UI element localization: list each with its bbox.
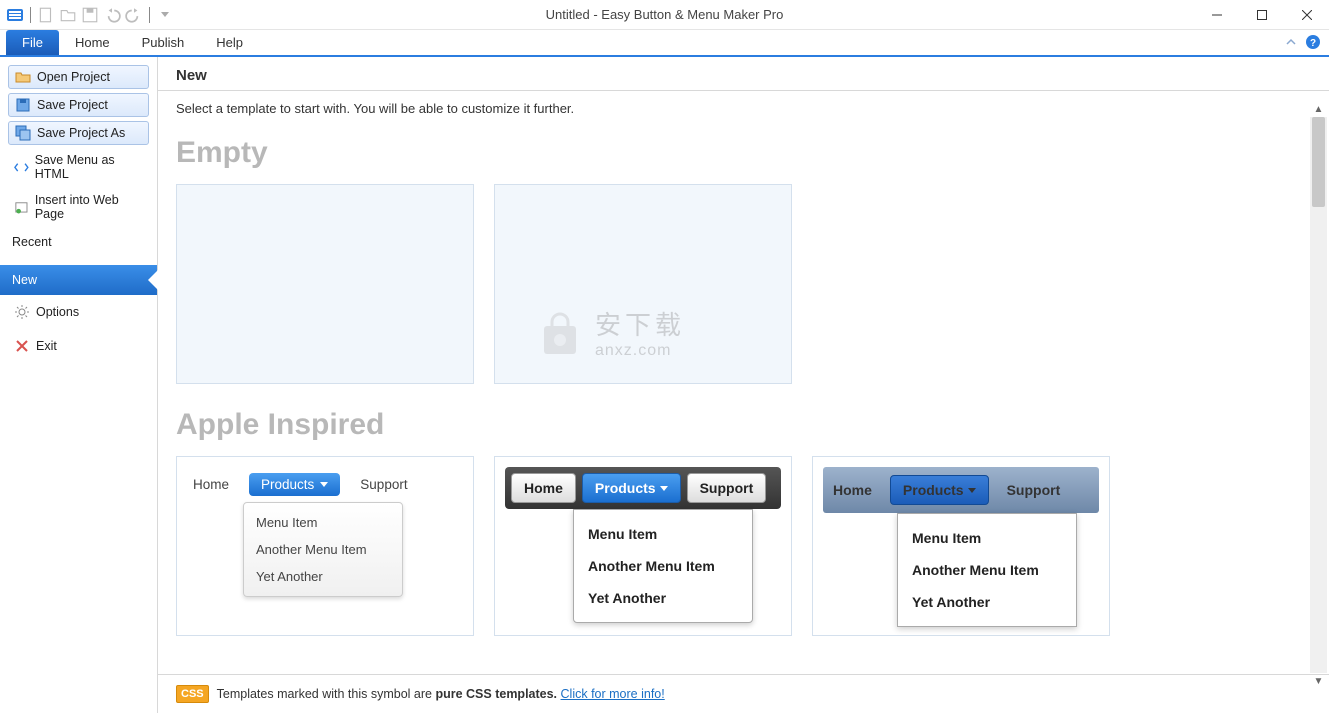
recent-heading[interactable]: Recent	[12, 235, 145, 249]
sidebar-item-new[interactable]: New	[0, 265, 157, 295]
qat-separator	[30, 7, 31, 23]
collapse-ribbon-icon[interactable]	[1283, 34, 1299, 50]
preview-home: Home	[511, 473, 576, 503]
open-project-label: Open Project	[37, 70, 110, 84]
section-empty-title: Empty	[176, 136, 1311, 170]
sidebar-item-options[interactable]: Options	[8, 298, 149, 326]
save-icon[interactable]	[81, 6, 99, 24]
template-apple-1[interactable]: Home Products Support Menu Item Another …	[176, 456, 474, 636]
preview-dropdown: Menu Item Another Menu Item Yet Another	[897, 513, 1077, 627]
redo-icon[interactable]	[125, 6, 143, 24]
template-apple-3[interactable]: Home Products Support Menu Item Another …	[812, 456, 1110, 636]
insert-webpage-label: Insert into Web Page	[35, 193, 143, 221]
empty-templates-row: 安下载 anxz.com	[176, 184, 1311, 384]
quick-access-toolbar	[0, 6, 174, 24]
footer-note: CSS Templates marked with this symbol ar…	[158, 674, 1329, 713]
undo-icon[interactable]	[103, 6, 121, 24]
save-project-as-button[interactable]: Save Project As	[8, 121, 149, 145]
insert-icon	[14, 199, 29, 215]
bag-icon	[535, 308, 585, 358]
preview-menubar: Home Products Support	[193, 473, 457, 496]
new-icon[interactable]	[37, 6, 55, 24]
body: Open Project Save Project Save Project A…	[0, 57, 1329, 713]
sidebar: Open Project Save Project Save Project A…	[0, 57, 158, 713]
folder-open-icon	[15, 69, 31, 85]
main-panel: New Select a template to start with. You…	[158, 57, 1329, 713]
watermark: 安下载 anxz.com	[535, 305, 685, 360]
html-icon	[14, 159, 29, 175]
template-scroll-area: Empty 安下载 anxz.com Apple Inspired	[158, 126, 1329, 674]
apple-templates-row: Home Products Support Menu Item Another …	[176, 456, 1311, 636]
insert-webpage-link[interactable]: Insert into Web Page	[8, 190, 149, 224]
preview-item: Another Menu Item	[244, 536, 402, 563]
window-title: Untitled - Easy Button & Menu Maker Pro	[546, 7, 784, 22]
template-empty-2[interactable]: 安下载 anxz.com	[494, 184, 792, 384]
save-project-button[interactable]: Save Project	[8, 93, 149, 117]
ribbon: File Home Publish Help ?	[0, 30, 1329, 57]
preview-products: Products	[249, 473, 340, 496]
preview-item: Another Menu Item	[574, 550, 752, 582]
scroll-thumb[interactable]	[1312, 117, 1325, 207]
sidebar-item-exit[interactable]: Exit	[8, 332, 149, 360]
watermark-cn: 安下载	[595, 305, 685, 342]
preview-support: Support	[360, 477, 407, 492]
preview-home: Home	[193, 477, 229, 492]
preview-item: Yet Another	[898, 586, 1076, 618]
preview-support: Support	[687, 473, 767, 503]
footer-text: Templates marked with this symbol are pu…	[217, 687, 665, 701]
section-apple-title: Apple Inspired	[176, 408, 1311, 442]
titlebar: Untitled - Easy Button & Menu Maker Pro	[0, 0, 1329, 30]
preview-item: Yet Another	[574, 582, 752, 614]
preview-products: Products	[582, 473, 681, 503]
app-icon	[6, 6, 24, 24]
preview-dropdown: Menu Item Another Menu Item Yet Another	[573, 509, 753, 623]
watermark-en: anxz.com	[595, 342, 685, 360]
qat-separator	[149, 7, 150, 23]
open-project-button[interactable]: Open Project	[8, 65, 149, 89]
tab-home[interactable]: Home	[59, 30, 126, 55]
minimize-button[interactable]	[1194, 0, 1239, 30]
template-empty-1[interactable]	[176, 184, 474, 384]
window-controls	[1194, 0, 1329, 30]
save-icon	[15, 97, 31, 113]
preview-item: Menu Item	[574, 518, 752, 550]
save-project-as-label: Save Project As	[37, 126, 125, 140]
save-as-icon	[15, 125, 31, 141]
template-apple-2[interactable]: Home Products Support Menu Item Another …	[494, 456, 792, 636]
scroll-up-icon[interactable]: ▲	[1310, 101, 1327, 117]
exit-icon	[14, 338, 30, 354]
open-icon[interactable]	[59, 6, 77, 24]
css-badge: CSS	[176, 685, 209, 703]
preview-support: Support	[1007, 482, 1061, 498]
page-title: New	[158, 57, 1329, 91]
save-menu-html-link[interactable]: Save Menu as HTML	[8, 150, 149, 184]
save-project-label: Save Project	[37, 98, 108, 112]
tab-help[interactable]: Help	[200, 30, 259, 55]
help-icon[interactable]: ?	[1305, 34, 1321, 50]
preview-menubar: Home Products Support	[823, 467, 1099, 513]
preview-menubar: Home Products Support	[505, 467, 781, 509]
preview-item: Menu Item	[244, 509, 402, 536]
options-label: Options	[36, 305, 79, 319]
preview-item: Menu Item	[898, 522, 1076, 554]
save-menu-html-label: Save Menu as HTML	[35, 153, 143, 181]
maximize-button[interactable]	[1239, 0, 1284, 30]
qat-dropdown-icon[interactable]	[156, 6, 174, 24]
preview-item: Another Menu Item	[898, 554, 1076, 586]
tab-publish[interactable]: Publish	[126, 30, 201, 55]
preview-item: Yet Another	[244, 563, 402, 590]
exit-label: Exit	[36, 339, 57, 353]
page-subtitle: Select a template to start with. You wil…	[158, 91, 1329, 126]
gear-icon	[14, 304, 30, 320]
scroll-down-icon[interactable]: ▼	[1310, 673, 1327, 689]
svg-text:?: ?	[1310, 38, 1316, 49]
file-tab[interactable]: File	[6, 30, 59, 55]
preview-home: Home	[833, 482, 872, 498]
footer-link[interactable]: Click for more info!	[561, 687, 665, 701]
preview-dropdown: Menu Item Another Menu Item Yet Another	[243, 502, 403, 597]
preview-products: Products	[890, 475, 989, 505]
close-button[interactable]	[1284, 0, 1329, 30]
vertical-scrollbar[interactable]: ▲ ▼	[1310, 117, 1327, 673]
